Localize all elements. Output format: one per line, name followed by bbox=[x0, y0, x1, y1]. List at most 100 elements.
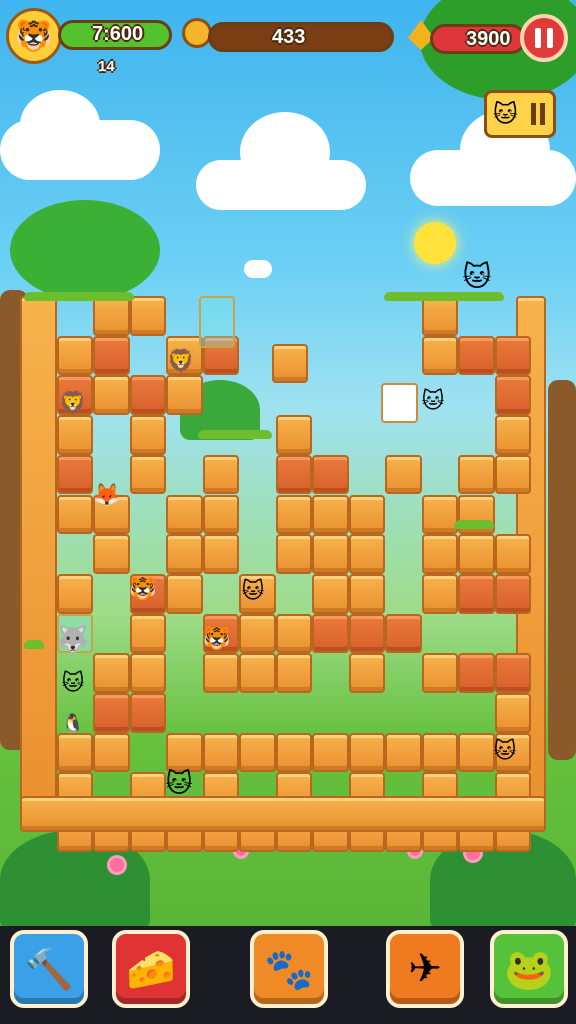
board-block[interactable] bbox=[421, 494, 458, 535]
board-block[interactable] bbox=[312, 494, 349, 535]
board-block[interactable] bbox=[494, 534, 531, 574]
board-block[interactable] bbox=[202, 494, 239, 535]
tiger-piece[interactable]: 🐯 bbox=[128, 574, 158, 604]
wolf-piece[interactable]: 🐺 bbox=[57, 624, 89, 654]
board-block[interactable] bbox=[93, 296, 130, 336]
board-block[interactable] bbox=[348, 732, 385, 773]
board-block[interactable] bbox=[494, 693, 531, 733]
board-block[interactable] bbox=[56, 732, 93, 773]
lion-piece[interactable]: 🦁 bbox=[58, 388, 88, 418]
board-block[interactable] bbox=[348, 653, 385, 693]
board-block[interactable] bbox=[421, 534, 458, 574]
board-block[interactable] bbox=[385, 454, 422, 495]
board-block[interactable] bbox=[275, 732, 312, 773]
board-block[interactable] bbox=[421, 335, 458, 376]
board-block[interactable] bbox=[93, 375, 130, 416]
board-block[interactable] bbox=[348, 534, 385, 574]
board-block[interactable] bbox=[312, 454, 349, 495]
board-block[interactable] bbox=[312, 732, 349, 773]
cat-piece[interactable]: 🐱 bbox=[418, 386, 448, 416]
cat-counter-card[interactable]: 🐱 bbox=[484, 90, 556, 138]
board-block[interactable] bbox=[458, 335, 495, 376]
board-block[interactable] bbox=[93, 653, 130, 693]
bird-piece[interactable]: 🐧 bbox=[58, 708, 88, 738]
slime-tool-button[interactable]: 🐸 bbox=[490, 930, 568, 1008]
board-block[interactable] bbox=[458, 454, 495, 495]
board-block[interactable] bbox=[275, 653, 312, 693]
board-block[interactable] bbox=[494, 454, 531, 495]
board-block[interactable] bbox=[458, 653, 495, 693]
board-block[interactable] bbox=[56, 494, 93, 535]
board-block[interactable] bbox=[129, 375, 166, 416]
board-block[interactable] bbox=[93, 534, 130, 574]
board-block[interactable] bbox=[129, 296, 166, 336]
board-block[interactable] bbox=[129, 613, 166, 654]
board-block[interactable] bbox=[385, 613, 422, 654]
plane-tool-button[interactable]: ✈ bbox=[386, 930, 464, 1008]
board-block[interactable] bbox=[421, 732, 458, 773]
board-block[interactable] bbox=[20, 296, 57, 813]
board-block[interactable] bbox=[166, 534, 203, 574]
board-block[interactable] bbox=[494, 573, 531, 614]
board-block[interactable] bbox=[93, 335, 130, 376]
board-block[interactable] bbox=[129, 415, 166, 455]
board-block[interactable] bbox=[239, 613, 276, 654]
board-block[interactable] bbox=[494, 415, 531, 455]
board-block[interactable] bbox=[56, 335, 93, 376]
board-block[interactable] bbox=[275, 534, 312, 574]
cat-piece[interactable]: 🐱 bbox=[238, 576, 268, 606]
ghost-cat-piece[interactable]: 🐱 bbox=[58, 668, 88, 698]
board-block[interactable] bbox=[129, 693, 166, 733]
board-block[interactable] bbox=[202, 534, 239, 574]
board-block[interactable] bbox=[56, 573, 93, 614]
board-block[interactable] bbox=[198, 296, 236, 348]
cat-piece[interactable]: 🐱 bbox=[164, 768, 194, 798]
board-block[interactable] bbox=[421, 296, 458, 336]
board-block[interactable] bbox=[202, 653, 239, 693]
board-block[interactable] bbox=[166, 375, 203, 416]
board-block[interactable] bbox=[421, 653, 458, 693]
board-block[interactable] bbox=[312, 613, 349, 654]
board-block[interactable] bbox=[93, 693, 130, 733]
board-block[interactable] bbox=[348, 494, 385, 535]
board-block[interactable] bbox=[348, 573, 385, 614]
tiger-piece[interactable]: 🐯 bbox=[202, 624, 232, 654]
hammer-tool-button[interactable]: 🔨 bbox=[10, 930, 88, 1008]
board-block[interactable] bbox=[494, 335, 531, 376]
board-block[interactable] bbox=[348, 613, 385, 654]
fox-piece[interactable]: 🦊 bbox=[92, 480, 122, 510]
board-block[interactable] bbox=[275, 415, 312, 455]
board-block[interactable] bbox=[421, 573, 458, 614]
board-block[interactable] bbox=[275, 454, 312, 495]
board-block[interactable] bbox=[202, 454, 239, 495]
board-block[interactable] bbox=[56, 415, 93, 455]
board-block[interactable] bbox=[312, 534, 349, 574]
board-block[interactable] bbox=[166, 573, 203, 614]
board-block[interactable] bbox=[494, 653, 531, 693]
board-block[interactable] bbox=[20, 796, 546, 832]
board-block[interactable] bbox=[494, 375, 531, 416]
board-block[interactable] bbox=[166, 494, 203, 535]
board-block[interactable] bbox=[56, 454, 93, 495]
board-block[interactable] bbox=[458, 573, 495, 614]
board-block[interactable] bbox=[239, 732, 276, 773]
lion-piece[interactable]: 🦁 bbox=[166, 346, 196, 376]
board-block[interactable] bbox=[271, 343, 309, 384]
board-block[interactable] bbox=[129, 454, 166, 495]
board-block[interactable] bbox=[458, 534, 495, 574]
board-block[interactable] bbox=[166, 732, 203, 773]
board-block[interactable] bbox=[275, 613, 312, 654]
pause-button[interactable] bbox=[520, 14, 568, 62]
board-block[interactable] bbox=[239, 653, 276, 693]
board-block[interactable] bbox=[312, 573, 349, 614]
player-avatar[interactable]: 🐯 bbox=[6, 8, 62, 64]
board-block[interactable] bbox=[275, 494, 312, 535]
cat-piece[interactable]: 🐱 bbox=[490, 736, 520, 766]
creature-tool-button[interactable]: 🐾 bbox=[250, 930, 328, 1008]
board-block[interactable] bbox=[381, 383, 418, 424]
cat-on-roof[interactable]: 🐱 bbox=[462, 262, 492, 292]
board-block[interactable] bbox=[202, 732, 239, 773]
board-block[interactable] bbox=[93, 732, 130, 773]
board-block[interactable] bbox=[129, 653, 166, 693]
board-block[interactable] bbox=[385, 732, 422, 773]
